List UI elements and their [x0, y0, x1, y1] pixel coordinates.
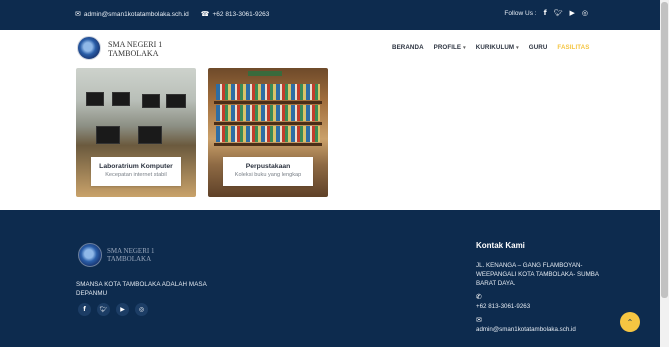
- contact-address: JL. KENANGA – GANG FLAMBOYAN- WEEPANGALI…: [476, 262, 599, 287]
- nav-kurikulum-label: KURIKULUM: [475, 44, 515, 51]
- photo-detail: [214, 143, 322, 146]
- footer-tagline: SMANSA KOTA TAMBOLAKA ADALAH MASA DEPANM…: [76, 281, 207, 297]
- top-phone[interactable]: ☎ +62 813-3061-9263: [200, 10, 270, 19]
- photo-detail: [248, 71, 282, 76]
- footer-twitter-button[interactable]: 🐦︎: [97, 303, 110, 316]
- photo-detail: [166, 94, 186, 108]
- follow-label: Follow Us :: [504, 10, 537, 17]
- photo-detail: [216, 105, 320, 121]
- footer-social: f 🐦︎ ▶ ◎: [78, 303, 148, 316]
- contact-heading: Kontak Kami: [476, 241, 525, 250]
- brand-line-1: SMA NEGERI 1: [108, 40, 163, 49]
- nav-guru[interactable]: GURU: [529, 44, 548, 51]
- scrollbar-thumb[interactable]: [661, 2, 668, 298]
- card-subtitle: Koleksi buku yang lengkap: [234, 172, 302, 178]
- chevron-down-icon: ▾: [516, 45, 519, 51]
- top-bar: ✉ admin@sman1kotatambolaka.sch.id ☎ +62 …: [0, 0, 660, 30]
- instagram-icon[interactable]: ◎: [582, 10, 588, 17]
- top-email[interactable]: ✉ admin@sman1kotatambolaka.sch.id: [75, 10, 189, 19]
- photo-detail: [138, 126, 162, 144]
- footer-logo[interactable]: [78, 243, 102, 267]
- youtube-icon: ▶: [120, 305, 125, 313]
- facility-card-lab[interactable]: Laboratrium Komputer Kecepatan internet …: [76, 68, 196, 197]
- footer-brand: SMA NEGERI 1 TAMBOLAKA: [107, 247, 154, 263]
- contact-email[interactable]: admin@sman1kotatambolaka.sch.id: [476, 326, 616, 334]
- card-caption: Laboratrium Komputer Kecepatan internet …: [91, 157, 181, 186]
- mail-icon: ✉: [75, 10, 81, 18]
- card-title: Laboratrium Komputer: [99, 163, 173, 170]
- back-to-top-button[interactable]: ⌃: [620, 312, 640, 332]
- brand-line-2: TAMBOLAKA: [108, 49, 159, 58]
- facebook-icon: f: [83, 305, 86, 313]
- footer-instagram-button[interactable]: ◎: [135, 303, 148, 316]
- phone-icon: ✆: [476, 293, 482, 301]
- follow-us: Follow Us : f 🐦︎ ▶ ◎: [504, 10, 588, 18]
- main-nav: BERANDA PROFILE ▾ KURIKULUM ▾ GURU FASILIT…: [392, 44, 589, 51]
- nav-fasilitas[interactable]: FASILITAS: [557, 44, 589, 51]
- card-title: Perpustakaan: [245, 163, 291, 170]
- chevron-down-icon: ▾: [463, 45, 466, 51]
- twitter-icon: 🐦︎: [99, 305, 108, 313]
- phone-icon: ☎: [200, 10, 210, 18]
- footer-facebook-button[interactable]: f: [78, 303, 91, 316]
- photo-detail: [216, 84, 320, 100]
- footer-brand-line-1: SMA NEGERI 1: [107, 247, 155, 255]
- photo-detail: [142, 94, 160, 108]
- photo-detail: [216, 126, 320, 142]
- chevron-up-icon: ⌃: [626, 317, 634, 327]
- top-contact: ✉ admin@sman1kotatambolaka.sch.id ☎ +62 …: [75, 10, 270, 19]
- contact-phone[interactable]: +62 813-3061-9263: [476, 303, 616, 311]
- site-footer: SMA NEGERI 1 TAMBOLAKA SMANSA KOTA TAMBO…: [0, 210, 660, 347]
- contact-section: Kontak Kami JL. KENANGA – GANG FLAMBOYAN…: [476, 241, 616, 334]
- school-logo[interactable]: [77, 36, 101, 60]
- site-brand[interactable]: SMA NEGERI 1 TAMBOLAKA: [108, 40, 162, 58]
- footer-youtube-button[interactable]: ▶: [116, 303, 129, 316]
- photo-detail: [96, 126, 120, 144]
- nav-kurikulum[interactable]: KURIKULUM ▾: [476, 44, 519, 51]
- nav-profile[interactable]: PROFILE ▾: [434, 44, 466, 51]
- card-subtitle: Kecepatan internet stabil: [105, 172, 167, 178]
- facility-card-library[interactable]: Perpustakaan Koleksi buku yang lengkap: [208, 68, 328, 197]
- instagram-icon: ◎: [138, 305, 145, 313]
- photo-detail: [112, 92, 130, 106]
- card-caption: Perpustakaan Koleksi buku yang lengkap: [223, 157, 313, 186]
- top-phone-text: +62 813-3061-9263: [212, 11, 270, 18]
- photo-detail: [86, 92, 104, 106]
- photo-detail: [214, 101, 322, 104]
- youtube-icon[interactable]: ▶: [570, 10, 575, 17]
- mail-icon: ✉: [476, 316, 482, 324]
- twitter-icon[interactable]: 🐦︎: [554, 10, 563, 17]
- nav-profile-label: PROFILE: [433, 44, 462, 51]
- footer-brand-line-2: TAMBOLAKA: [107, 255, 152, 263]
- facebook-icon[interactable]: f: [544, 10, 547, 17]
- nav-beranda[interactable]: BERANDA: [392, 44, 424, 51]
- page-scrollbar[interactable]: [660, 0, 669, 347]
- site-header: SMA NEGERI 1 TAMBOLAKA BERANDA PROFILE ▾ …: [0, 30, 660, 68]
- top-email-text: admin@sman1kotatambolaka.sch.id: [83, 11, 189, 18]
- photo-detail: [214, 122, 322, 125]
- facility-cards: Laboratrium Komputer Kecepatan internet …: [0, 68, 660, 210]
